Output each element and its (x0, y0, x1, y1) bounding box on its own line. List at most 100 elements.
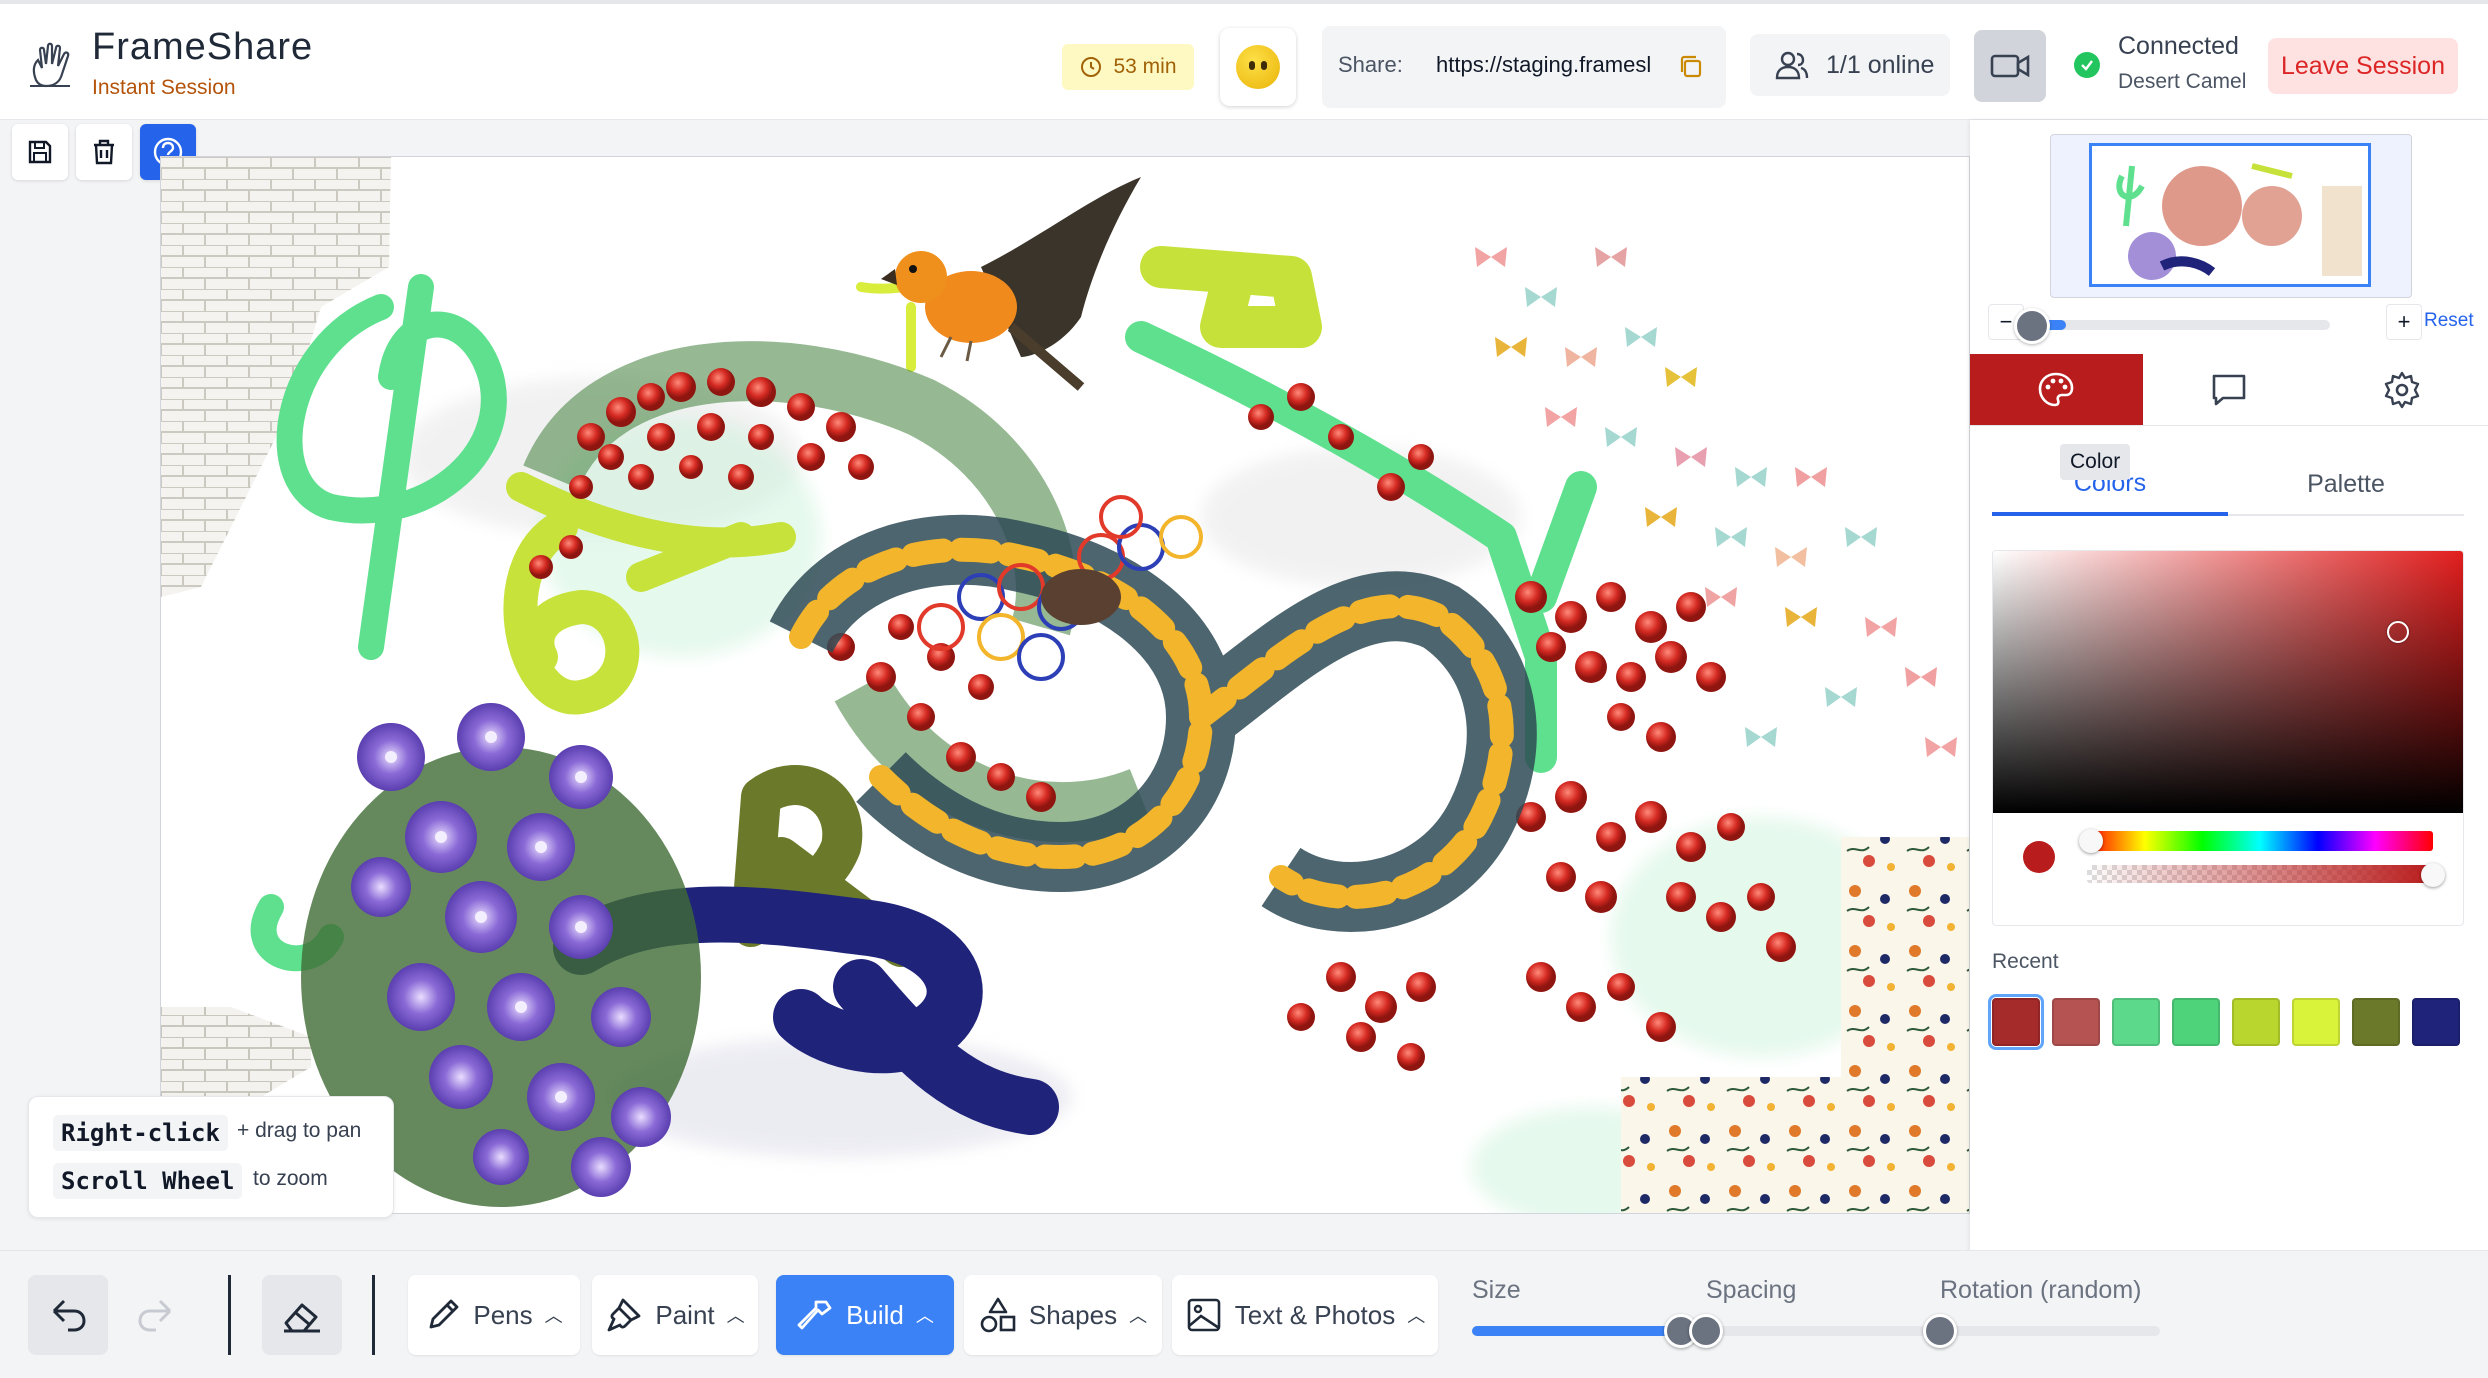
bottom-toolbar: Pens ︿ Paint ︿ Build ︿ Shapes ︿ Text & P… (0, 1250, 2488, 1378)
connection-status: Connected (2118, 32, 2239, 60)
toolbar-divider (372, 1275, 375, 1355)
recent-color-swatch[interactable] (2292, 998, 2340, 1046)
zoom-reset-link[interactable]: Reset (2424, 310, 2474, 332)
saturation-value-area[interactable] (1993, 551, 2463, 813)
recent-color-swatch[interactable] (2352, 998, 2400, 1046)
session-timer: 53 min (1062, 44, 1194, 90)
share-url[interactable]: https://staging.framesl (1436, 52, 1650, 78)
top-header: FrameShare Instant Session 53 min Share:… (0, 0, 2488, 120)
properties-panel: − + Reset Colors Palette Color Recent (1970, 120, 2488, 1260)
paintbrush-icon (607, 1298, 641, 1332)
drawing-canvas[interactable] (160, 156, 1970, 1214)
size-label: Size (1472, 1276, 1521, 1304)
alpha-slider[interactable] (2087, 865, 2433, 883)
image-icon (1187, 1298, 1221, 1332)
trash-icon (94, 139, 114, 165)
recent-color-swatch[interactable] (2232, 998, 2280, 1046)
hammer-icon (797, 1300, 832, 1330)
save-button[interactable] (12, 124, 68, 180)
chevron-up-icon: ︿ (1129, 1306, 1148, 1326)
toolbar-divider (228, 1275, 231, 1355)
pens-label: Pens (473, 1299, 533, 1330)
shapes-icon (980, 1297, 1016, 1333)
emoji-face-icon (1236, 45, 1280, 89)
redo-icon (138, 1299, 172, 1332)
zoom-key: Scroll Wheel (53, 1163, 243, 1199)
navigation-hint: Right-click + drag to pan Scroll Wheel t… (28, 1096, 394, 1218)
users-icon (1775, 51, 1809, 80)
chevron-up-icon: ︿ (1407, 1306, 1426, 1326)
save-icon (28, 140, 52, 164)
chevron-up-icon: ︿ (726, 1306, 745, 1326)
connected-check-icon (2074, 52, 2100, 78)
build-label: Build (846, 1299, 904, 1330)
tab-color[interactable] (1970, 354, 2143, 425)
chevron-up-icon: ︿ (544, 1306, 563, 1326)
minimap-preview (2092, 146, 2368, 284)
size-slider-fill (1472, 1326, 1681, 1336)
canvas-artwork (161, 157, 1969, 1213)
panel-tabs (1970, 354, 2488, 426)
zoom-slider[interactable] (2036, 320, 2330, 330)
size-slider[interactable] (1472, 1326, 1692, 1336)
recent-color-swatch[interactable] (2412, 998, 2460, 1046)
pan-key: Right-click (53, 1115, 228, 1151)
hue-slider[interactable] (2087, 831, 2433, 851)
tab-settings[interactable] (2315, 354, 2488, 425)
subtab-palette[interactable]: Palette (2228, 454, 2464, 516)
emoji-reaction-button[interactable] (1220, 28, 1296, 106)
clock-icon (1081, 57, 1102, 77)
rotation-label: Rotation (random) (1940, 1276, 2142, 1304)
tab-chat[interactable] (2143, 354, 2316, 425)
color-picker (1992, 550, 2464, 926)
pens-menu-button[interactable]: Pens ︿ (408, 1275, 580, 1355)
recent-color-swatch[interactable] (1988, 994, 2044, 1050)
alpha-slider-thumb[interactable] (2421, 863, 2445, 887)
copy-icon[interactable] (1676, 52, 1706, 82)
hue-slider-thumb[interactable] (2079, 829, 2103, 853)
current-color-swatch (2023, 841, 2055, 873)
zoom-in-button[interactable]: + (2386, 304, 2422, 340)
video-toggle-button[interactable] (1974, 30, 2046, 102)
spacing-slider-thumb[interactable] (1689, 1314, 1723, 1348)
minimap-viewport[interactable] (2089, 143, 2371, 287)
shapes-menu-button[interactable]: Shapes ︿ (964, 1275, 1162, 1355)
zoom-slider-thumb[interactable] (2014, 308, 2050, 344)
canvas-minimap[interactable] (2050, 134, 2412, 298)
online-count: 1/1 online (1826, 50, 1935, 79)
recent-color-swatch[interactable] (2172, 998, 2220, 1046)
eraser-button[interactable] (262, 1275, 342, 1355)
text-photos-menu-button[interactable]: Text & Photos ︿ (1172, 1275, 1438, 1355)
user-name: Desert Camel (2118, 70, 2247, 93)
pen-icon (429, 1299, 459, 1329)
pan-hint-text: + drag to pan (237, 1119, 362, 1142)
recent-color-swatch[interactable] (2052, 998, 2100, 1046)
color-tooltip: Color (2060, 444, 2131, 480)
gear-icon (2384, 371, 2419, 408)
undo-icon (52, 1299, 86, 1332)
redo-button[interactable] (116, 1275, 196, 1355)
build-menu-button[interactable]: Build ︿ (776, 1275, 954, 1355)
chevron-up-icon: ︿ (915, 1306, 934, 1326)
online-users-button[interactable]: 1/1 online (1750, 34, 1950, 96)
color-cursor[interactable] (2387, 621, 2409, 643)
app-title: FrameShare (92, 26, 314, 68)
delete-button[interactable] (76, 124, 132, 180)
leave-session-button[interactable]: Leave Session (2268, 38, 2458, 94)
recent-color-swatch[interactable] (2112, 998, 2160, 1046)
spacing-slider[interactable] (1706, 1326, 1926, 1336)
hand-logo-icon (30, 42, 70, 88)
shapes-label: Shapes (1028, 1299, 1118, 1330)
text-photos-label: Text & Photos (1234, 1299, 1396, 1330)
paint-menu-button[interactable]: Paint ︿ (592, 1275, 758, 1355)
undo-button[interactable] (28, 1275, 108, 1355)
chat-icon (2212, 374, 2246, 405)
rotation-slider[interactable] (1940, 1326, 2160, 1336)
share-link-box: Share: https://staging.framesl (1322, 26, 1726, 108)
timer-label: 53 min (1113, 55, 1177, 78)
recent-colors-label: Recent (1992, 950, 2059, 973)
palette-icon (2039, 372, 2074, 406)
spacing-label: Spacing (1706, 1276, 1797, 1304)
zoom-hint-text: to zoom (253, 1167, 328, 1190)
rotation-slider-thumb[interactable] (1923, 1314, 1957, 1348)
